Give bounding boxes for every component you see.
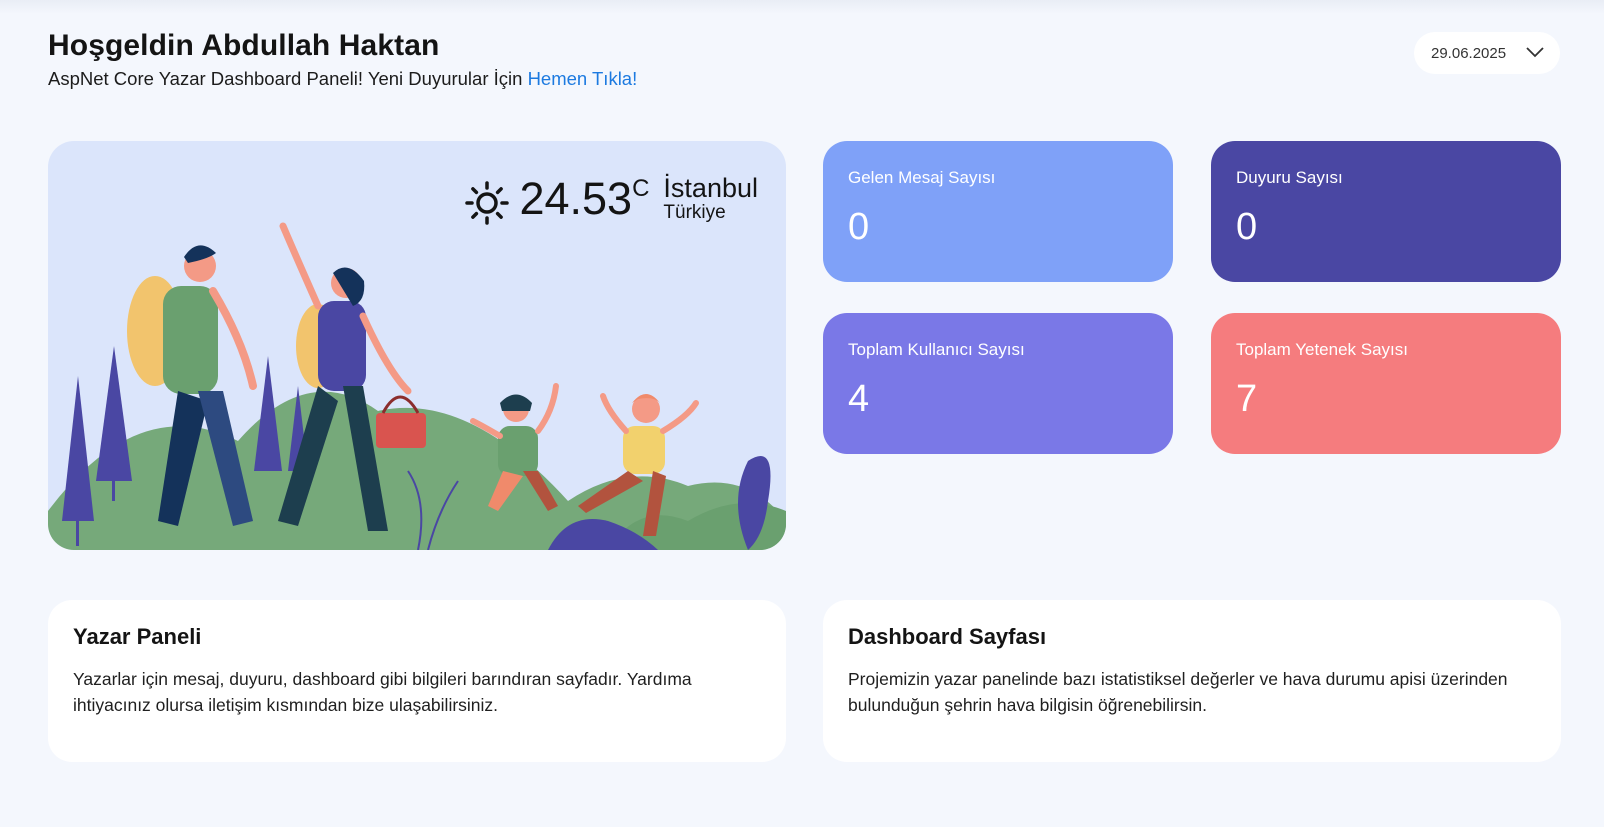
city-name: İstanbul [663, 173, 758, 203]
stat-label: Toplam Yetenek Sayısı [1236, 340, 1409, 359]
stat-card-messages: Gelen Mesaj Sayısı 0 [823, 141, 1173, 282]
chevron-down-icon [1526, 47, 1544, 58]
info-card-text: Yazarlar için mesaj, duyuru, dashboard g… [73, 669, 692, 715]
stat-label: Gelen Mesaj Sayısı [848, 168, 996, 187]
info-card-author-panel: Yazar Paneli Yazarlar için mesaj, duyuru… [48, 600, 786, 762]
info-card-text: Projemizin yazar panelinde bazı istatist… [848, 669, 1508, 715]
weather-widget: 24.53C İstanbul Türkiye [465, 173, 758, 225]
stat-value: 0 [848, 206, 870, 248]
welcome-header: Hoşgeldin Abdullah Haktan AspNet Core Ya… [48, 28, 637, 90]
stat-card-skills: Toplam Yetenek Sayısı 7 [1211, 313, 1561, 454]
country-name: Türkiye [663, 202, 726, 223]
top-shadow [0, 0, 1604, 14]
sun-icon [465, 181, 510, 225]
date-picker[interactable]: 29.06.2025 [1414, 32, 1560, 74]
info-card-dashboard-page: Dashboard Sayfası Projemizin yazar panel… [823, 600, 1561, 762]
page-subtitle: AspNet Core Yazar Dashboard Paneli! Yeni… [48, 68, 637, 90]
stat-card-users: Toplam Kullanıcı Sayısı 4 [823, 313, 1173, 454]
page-title: Hoşgeldin Abdullah Haktan [48, 29, 440, 62]
stat-value: 0 [1236, 206, 1258, 248]
temperature-unit: C [632, 175, 650, 202]
temperature: 24.53C [519, 173, 649, 225]
stat-value: 7 [1236, 378, 1258, 420]
stat-label: Duyuru Sayısı [1236, 168, 1343, 187]
weather-card: 24.53C İstanbul Türkiye [48, 141, 786, 550]
info-card-title: Dashboard Sayfası [848, 624, 1047, 649]
stat-value: 4 [848, 378, 870, 420]
temperature-value: 24.53 [519, 173, 633, 224]
location: İstanbul Türkiye [663, 173, 758, 223]
subtitle-text: AspNet Core Yazar Dashboard Paneli! Yeni… [48, 68, 523, 89]
info-card-title: Yazar Paneli [73, 624, 202, 649]
date-value: 29.06.2025 [1431, 44, 1507, 62]
stat-card-announcements: Duyuru Sayısı 0 [1211, 141, 1561, 282]
stat-label: Toplam Kullanıcı Sayısı [848, 340, 1025, 359]
announcements-link[interactable]: Hemen Tıkla! [528, 68, 638, 89]
